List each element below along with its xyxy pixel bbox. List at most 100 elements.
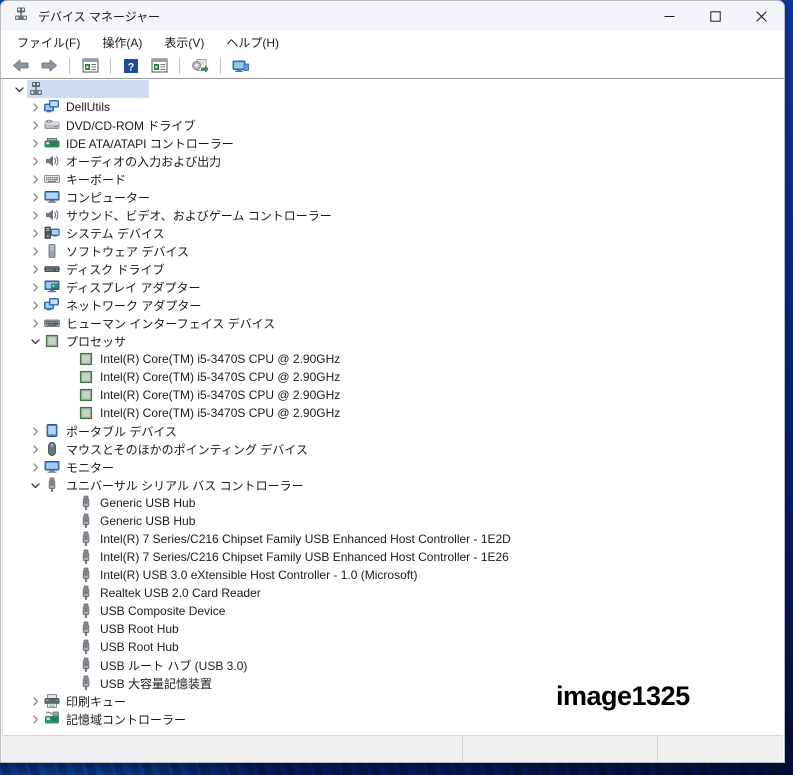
- toolbar-separator: [69, 57, 70, 74]
- chevron-right-icon[interactable]: [27, 242, 43, 260]
- chevron-right-icon[interactable]: [27, 458, 43, 476]
- dvd-drive-icon: [43, 116, 61, 134]
- tree-item-1[interactable]: DVD/CD-ROM ドライブ: [3, 116, 783, 134]
- maximize-button[interactable]: [692, 1, 738, 31]
- tree-item-18[interactable]: ポータブル デバイス: [3, 422, 783, 440]
- chevron-right-icon[interactable]: [27, 692, 43, 710]
- close-button[interactable]: [738, 1, 784, 31]
- tree-item-label: Realtek USB 2.0 Card Reader: [100, 586, 261, 600]
- tree-item-3[interactable]: オーディオの入力および出力: [3, 152, 783, 170]
- tree-item-29[interactable]: USB Root Hub: [3, 620, 783, 638]
- tree-item-10[interactable]: ディスプレイ アダプター: [3, 278, 783, 296]
- tree-item-17[interactable]: Intel(R) Core(TM) i5-3470S CPU @ 2.90GHz: [3, 404, 783, 422]
- chevron-right-icon[interactable]: [27, 152, 43, 170]
- tree-item-34[interactable]: 記憶域コントローラー: [3, 710, 783, 728]
- chevron-right-icon[interactable]: [27, 188, 43, 206]
- disk-drive-icon: [43, 260, 61, 278]
- tree-item-label: プロセッサ: [66, 334, 127, 349]
- tree-item-label: コンピューター: [66, 190, 151, 205]
- tree-item-15[interactable]: Intel(R) Core(TM) i5-3470S CPU @ 2.90GHz: [3, 368, 783, 386]
- chevron-right-icon[interactable]: [27, 224, 43, 242]
- tree-item-0[interactable]: DellUtils: [3, 98, 783, 116]
- minimize-button[interactable]: [646, 1, 692, 31]
- tree-item-31[interactable]: USB ルート ハブ (USB 3.0): [3, 656, 783, 674]
- tree-item-4[interactable]: キーボード: [3, 170, 783, 188]
- device-tree[interactable]: DellUtils DVD/CD-ROM ドライブ IDE ATA/ATAPI コン…: [2, 80, 783, 734]
- tree-item-5[interactable]: コンピューター: [3, 188, 783, 206]
- usb-icon: [77, 494, 95, 512]
- tree-item-2[interactable]: IDE ATA/ATAPI コントローラー: [3, 134, 783, 152]
- scan-hardware-icon[interactable]: [188, 55, 212, 77]
- tree-item-12[interactable]: ヒューマン インターフェイス デバイス: [3, 314, 783, 332]
- chevron-right-icon[interactable]: [27, 422, 43, 440]
- tree-item-label: 記憶域コントローラー: [66, 712, 187, 727]
- chevron-right-icon[interactable]: [27, 296, 43, 314]
- chevron-right-icon[interactable]: [27, 710, 43, 728]
- portable-device-icon: [43, 422, 61, 440]
- chevron-right-icon[interactable]: [27, 278, 43, 296]
- chevron-down-icon[interactable]: [27, 476, 43, 494]
- chevron-right-icon[interactable]: [27, 314, 43, 332]
- status-segment-1: [2, 736, 463, 762]
- menu-view[interactable]: 表示(V): [164, 34, 204, 51]
- tree-item-20[interactable]: モニター: [3, 458, 783, 476]
- tree-item-14[interactable]: Intel(R) Core(TM) i5-3470S CPU @ 2.90GHz: [3, 350, 783, 368]
- chevron-right-icon[interactable]: [27, 440, 43, 458]
- tree-item-13[interactable]: プロセッサ: [3, 332, 783, 350]
- chevron-right-icon[interactable]: [27, 260, 43, 278]
- chevron-right-icon[interactable]: [27, 116, 43, 134]
- tree-item-label: ポータブル デバイス: [66, 424, 177, 439]
- menu-help[interactable]: ヘルプ(H): [226, 34, 279, 51]
- tree-item-19[interactable]: マウスとそのほかのポインティング デバイス: [3, 440, 783, 458]
- tree-item-25[interactable]: Intel(R) 7 Series/C216 Chipset Family US…: [3, 548, 783, 566]
- menu-file[interactable]: ファイル(F): [17, 34, 80, 51]
- title-bar: デバイス マネージャー: [1, 1, 784, 31]
- menu-action[interactable]: 操作(A): [102, 34, 142, 51]
- display-icon[interactable]: [229, 55, 253, 77]
- tree-item-30[interactable]: USB Root Hub: [3, 638, 783, 656]
- tree-item-16[interactable]: Intel(R) Core(TM) i5-3470S CPU @ 2.90GHz: [3, 386, 783, 404]
- tree-item-label: USB Root Hub: [100, 622, 179, 636]
- tree-item-6[interactable]: サウンド、ビデオ、およびゲーム コントローラー: [3, 206, 783, 224]
- chevron-right-icon[interactable]: [27, 170, 43, 188]
- forward-arrow-icon[interactable]: [37, 55, 61, 77]
- keyboard-icon: [43, 170, 61, 188]
- tree-item-23[interactable]: Generic USB Hub: [3, 512, 783, 530]
- chevron-right-icon[interactable]: [27, 206, 43, 224]
- tree-item-8[interactable]: ソフトウェア デバイス: [3, 242, 783, 260]
- tree-root-node[interactable]: [3, 80, 783, 98]
- tree-item-21[interactable]: ユニバーサル シリアル バス コントローラー: [3, 476, 783, 494]
- tree-item-9[interactable]: ディスク ドライブ: [3, 260, 783, 278]
- tree-item-22[interactable]: Generic USB Hub: [3, 494, 783, 512]
- tree-item-label: Intel(R) 7 Series/C216 Chipset Family US…: [100, 550, 509, 564]
- chevron-right-icon[interactable]: [27, 134, 43, 152]
- tree-item-label: オーディオの入力および出力: [66, 154, 222, 169]
- chevron-right-icon[interactable]: [27, 98, 43, 116]
- tree-item-24[interactable]: Intel(R) 7 Series/C216 Chipset Family US…: [3, 530, 783, 548]
- speaker-icon: [43, 206, 61, 224]
- help-icon[interactable]: ?: [119, 55, 143, 77]
- tree-item-label: ヒューマン インターフェイス デバイス: [66, 316, 276, 331]
- chevron-down-icon[interactable]: [11, 80, 27, 98]
- update-driver-icon[interactable]: [147, 55, 171, 77]
- properties-icon[interactable]: [78, 55, 102, 77]
- tree-item-label: マウスとそのほかのポインティング デバイス: [66, 442, 308, 457]
- ide-controller-icon: [43, 134, 61, 152]
- tree-item-7[interactable]: システム デバイス: [3, 224, 783, 242]
- tree-item-label: ディスプレイ アダプター: [66, 280, 201, 295]
- chevron-down-icon[interactable]: [27, 332, 43, 350]
- back-arrow-icon[interactable]: [9, 55, 33, 77]
- usb-icon: [77, 548, 95, 566]
- tree-item-28[interactable]: USB Composite Device: [3, 602, 783, 620]
- software-device-icon: [43, 242, 61, 260]
- tree-item-label: IDE ATA/ATAPI コントローラー: [66, 136, 234, 151]
- tree-item-label: Intel(R) Core(TM) i5-3470S CPU @ 2.90GHz: [100, 352, 341, 366]
- tree-item-26[interactable]: Intel(R) USB 3.0 eXtensible Host Control…: [3, 566, 783, 584]
- tree-item-11[interactable]: ネットワーク アダプター: [3, 296, 783, 314]
- tree-item-27[interactable]: Realtek USB 2.0 Card Reader: [3, 584, 783, 602]
